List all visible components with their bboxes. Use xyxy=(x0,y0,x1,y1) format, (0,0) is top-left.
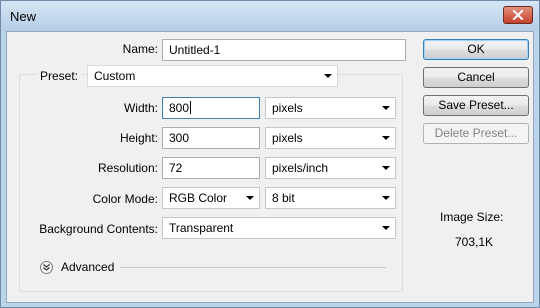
name-label: Name: xyxy=(122,42,158,56)
advanced-divider xyxy=(120,267,386,268)
resolution-value: 72 xyxy=(169,161,183,175)
double-chevron-down-icon xyxy=(43,264,50,271)
width-unit-value: pixels xyxy=(272,101,303,115)
advanced-toggle[interactable] xyxy=(40,261,53,274)
height-label: Height: xyxy=(119,131,158,145)
chevron-down-icon xyxy=(382,196,390,200)
close-icon xyxy=(512,10,524,20)
resolution-unit-select[interactable]: pixels/inch xyxy=(265,157,396,179)
preset-select[interactable]: Custom xyxy=(87,65,338,87)
chevron-down-icon xyxy=(382,106,390,110)
bit-depth-select[interactable]: 8 bit xyxy=(265,187,396,209)
delete-preset-button: Delete Preset... xyxy=(423,123,529,144)
cancel-button[interactable]: Cancel xyxy=(423,67,529,88)
background-contents-select[interactable]: Transparent xyxy=(162,217,396,239)
width-field[interactable]: 800 xyxy=(162,97,260,119)
width-label: Width: xyxy=(123,101,158,115)
height-value: 300 xyxy=(169,131,190,145)
name-value: Untitled-1 xyxy=(169,43,221,57)
width-value: 800 xyxy=(169,101,190,115)
ok-button[interactable]: OK xyxy=(423,39,529,60)
title-bar[interactable]: New xyxy=(1,1,539,31)
image-size-value: 703,1K xyxy=(455,235,494,249)
chevron-down-icon xyxy=(382,136,390,140)
preset-value: Custom xyxy=(94,69,136,83)
bit-depth-value: 8 bit xyxy=(272,191,295,205)
resolution-unit-value: pixels/inch xyxy=(272,161,329,175)
height-unit-value: pixels xyxy=(272,131,303,145)
width-unit-select[interactable]: pixels xyxy=(265,97,396,119)
resolution-label: Resolution: xyxy=(97,161,158,175)
chevron-down-icon xyxy=(246,196,254,200)
advanced-label[interactable]: Advanced xyxy=(61,260,114,274)
window-title: New xyxy=(10,9,37,24)
height-field[interactable]: 300 xyxy=(162,127,260,149)
text-caret xyxy=(190,101,192,114)
color-mode-label: Color Mode: xyxy=(92,192,158,206)
new-document-dialog: New Name: Untitled-1 Preset: Custom Widt… xyxy=(0,0,540,308)
height-unit-select[interactable]: pixels xyxy=(265,127,396,149)
color-mode-select[interactable]: RGB Color xyxy=(162,187,260,209)
close-button[interactable] xyxy=(503,6,533,24)
background-contents-label: Background Contents: xyxy=(39,222,158,236)
image-size-label: Image Size: xyxy=(440,210,504,224)
name-field[interactable]: Untitled-1 xyxy=(162,39,406,61)
chevron-down-icon xyxy=(324,74,332,78)
color-mode-value: RGB Color xyxy=(169,191,228,205)
save-preset-button[interactable]: Save Preset... xyxy=(423,95,529,116)
background-contents-value: Transparent xyxy=(169,221,234,235)
chevron-down-icon xyxy=(382,166,390,170)
chevron-down-icon xyxy=(382,226,390,230)
preset-label: Preset: xyxy=(37,69,82,83)
dialog-body: Name: Untitled-1 Preset: Custom Width: 8… xyxy=(6,31,534,303)
resolution-field[interactable]: 72 xyxy=(162,157,260,179)
